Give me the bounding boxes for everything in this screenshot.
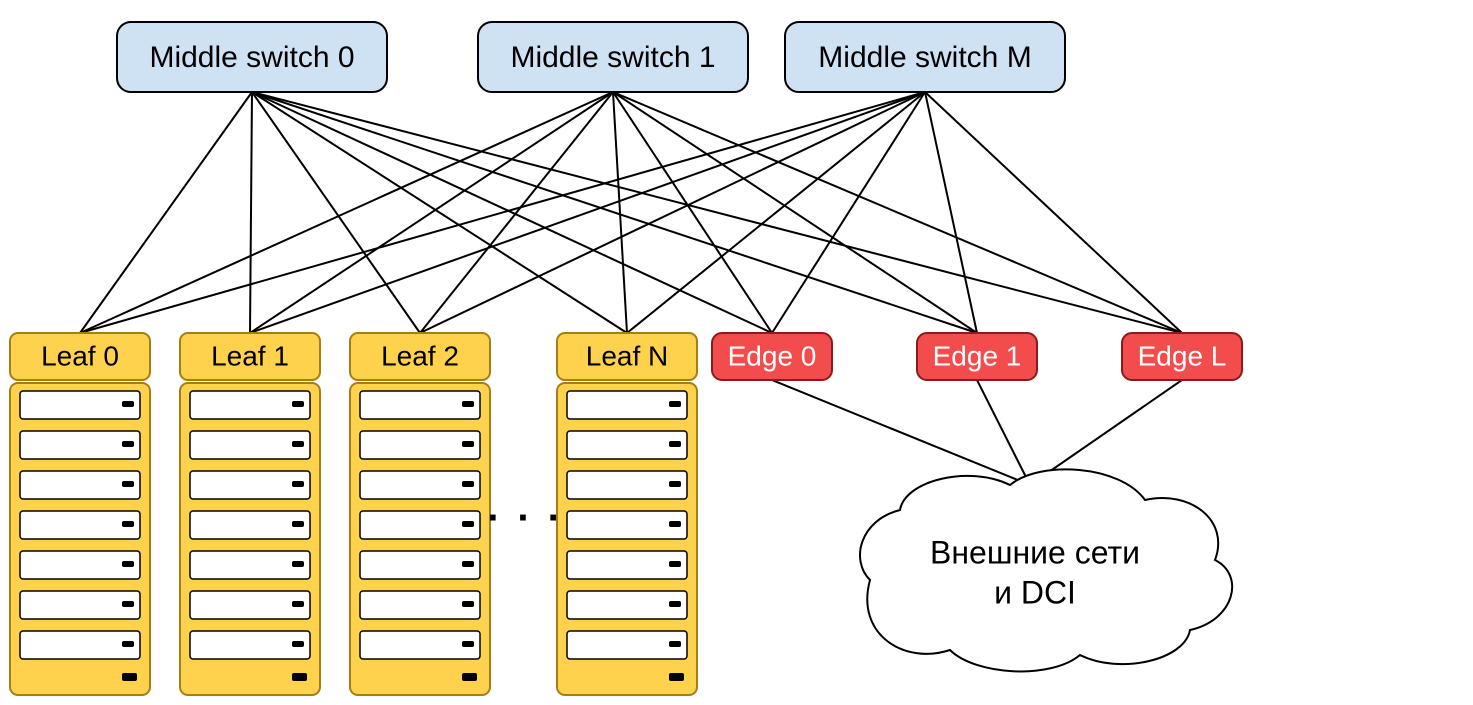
network-topology-diagram: Middle switch 0 Middle switch 1 Middle s… (0, 0, 1473, 705)
middle-switch-0-label: Middle switch 0 (149, 41, 354, 74)
leaf-1-label: Leaf 1 (211, 340, 289, 371)
middle-switch-1-label: Middle switch 1 (510, 41, 715, 74)
edge-0-label: Edge 0 (728, 340, 817, 371)
leaf-0-label: Leaf 0 (41, 340, 119, 371)
middle-switch-0: Middle switch 0 (117, 22, 387, 92)
external-network-cloud: Внешние сети и DCI (860, 469, 1232, 671)
middle-switch-m-label: Middle switch M (818, 41, 1031, 74)
leaf-2-rack: Leaf 2 (350, 333, 490, 695)
middle-switch-1: Middle switch 1 (478, 22, 748, 92)
cloud-label-line2: и DCI (994, 574, 1076, 610)
leaf-ellipsis: . . . (487, 486, 563, 530)
middle-switch-m: Middle switch M (785, 22, 1065, 92)
leaf-n-label: Leaf N (586, 340, 669, 371)
cloud-label-line1: Внешние сети (930, 534, 1140, 570)
server-slots (360, 391, 480, 681)
leaf-1-rack: Leaf 1 (180, 333, 320, 695)
edge-l: Edge L (1122, 333, 1242, 380)
edge-l-label: Edge L (1138, 340, 1227, 371)
leaf-n-rack: Leaf N (557, 333, 697, 695)
edge-1: Edge 1 (917, 333, 1037, 380)
server-slots (567, 391, 687, 681)
leaf-2-label: Leaf 2 (381, 340, 459, 371)
server-slots (190, 391, 310, 681)
edge-0: Edge 0 (712, 333, 832, 380)
leaf-0-rack: Leaf 0 (10, 333, 150, 695)
edge-1-label: Edge 1 (933, 340, 1022, 371)
server-slots (20, 391, 140, 681)
